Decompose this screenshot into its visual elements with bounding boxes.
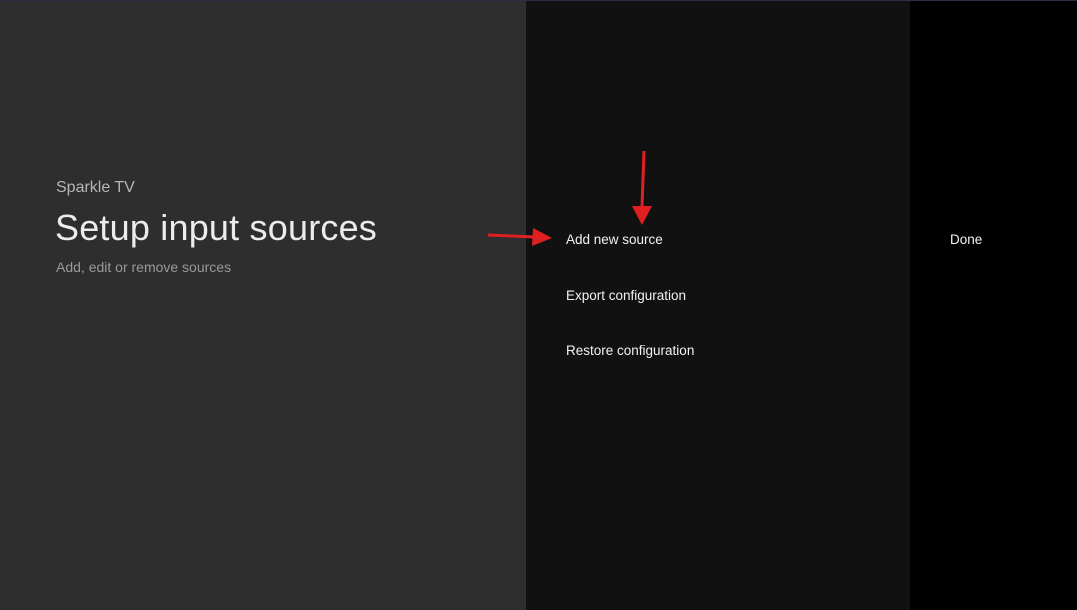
breadcrumb-brand: Sparkle TV [56, 179, 135, 196]
done-button[interactable]: Done [950, 232, 982, 247]
page-title: Setup input sources [55, 207, 377, 248]
guidance-panel [0, 1, 526, 610]
button-actions-panel [910, 1, 1077, 610]
add-new-source-button[interactable]: Add new source [566, 232, 663, 247]
actions-panel [526, 1, 910, 610]
page-subtitle: Add, edit or remove sources [56, 259, 232, 275]
export-configuration-button[interactable]: Export configuration [566, 288, 686, 303]
restore-configuration-button[interactable]: Restore configuration [566, 343, 694, 358]
